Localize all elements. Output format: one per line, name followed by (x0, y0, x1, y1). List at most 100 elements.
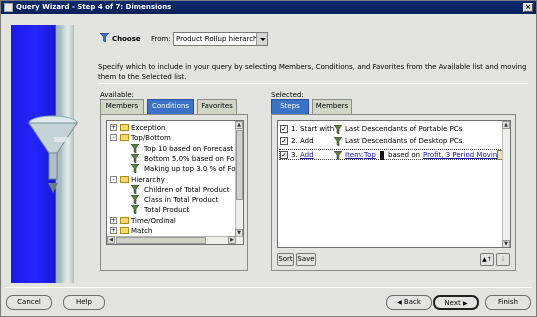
title-bar[interactable]: Query Wizard - Step 4 of 7: Dimensions × (1, 1, 536, 14)
tree-item-label: Making up top 3.0 % of Fore (144, 165, 243, 174)
scroll-up-button[interactable]: ▲ (235, 121, 243, 129)
tree-vertical-scrollbar[interactable]: ▲ ▼ (235, 121, 243, 237)
tree-horizontal-scrollbar[interactable]: ◀ ▶ (107, 236, 243, 244)
tree-item-label: Exception (131, 124, 166, 132)
step-action: Start with (300, 125, 335, 133)
tree-item[interactable]: Total Product (107, 205, 235, 215)
choose-label: Choose (112, 35, 141, 43)
condition-filter-icon (334, 137, 342, 146)
scroll-down-button[interactable]: ▼ (502, 240, 510, 247)
tree-item[interactable]: - Hierarchy (107, 175, 235, 185)
funnel-small-icon (100, 33, 109, 42)
tree-item-label: Hierarchy (131, 175, 165, 184)
next-label: Next (444, 299, 461, 307)
move-up-button[interactable]: ▲↑ (480, 253, 494, 266)
app-icon (4, 3, 13, 12)
step-number: 2. (291, 137, 298, 145)
funnel-icon (28, 115, 78, 193)
expand-icon[interactable]: + (110, 216, 117, 224)
scroll-left-button[interactable]: ◀ (107, 236, 115, 244)
condition-filter-icon (131, 164, 139, 174)
step-row-1[interactable]: ✓ 1. Start with Last Descendants of Port… (280, 124, 508, 135)
condition-filter-icon (131, 153, 139, 163)
tree-item[interactable]: + Time/Ordinal (107, 216, 235, 226)
tree-item-label: Top/Bottom (131, 134, 171, 143)
footer-divider (5, 287, 532, 288)
next-button[interactable]: Next ▶ (433, 295, 479, 310)
tree-item[interactable]: + Exception (107, 123, 235, 133)
instructions-text: Specify which to include in your query b… (98, 63, 527, 81)
step-number: 3. (291, 151, 298, 159)
scroll-right-button[interactable]: ▶ (228, 236, 236, 244)
tree-item[interactable]: Making up top 3.0 % of Fore (107, 164, 243, 174)
query-wizard-window: Query Wizard - Step 4 of 7: Dimensions ×… (0, 0, 537, 317)
finish-button[interactable]: Finish (485, 295, 531, 310)
tree-item[interactable]: - Top/Bottom (107, 133, 235, 143)
scroll-up-button[interactable]: ▲ (502, 121, 510, 129)
step-action-link[interactable]: Add (300, 150, 314, 161)
tree-item[interactable]: + Match (107, 226, 235, 236)
tab-conditions[interactable]: Conditions (147, 99, 194, 114)
back-arrow-icon: ◀ (397, 299, 402, 306)
tab-selected-members[interactable]: Members (312, 99, 352, 114)
cancel-button[interactable]: Cancel (6, 295, 52, 310)
window-title: Query Wizard - Step 4 of 7: Dimensions (16, 3, 172, 11)
text-caret (380, 151, 384, 160)
step-checkbox-3[interactable]: ✓ (280, 151, 288, 159)
steps-vertical-scrollbar[interactable]: ▲ ▼ (502, 121, 510, 247)
step-action: Add (300, 137, 314, 145)
tree-item-label: Top 10 based on Forecast U (144, 144, 241, 153)
top-link[interactable]: Top (364, 150, 376, 161)
back-label: Back (403, 298, 421, 306)
folder-icon (120, 227, 129, 234)
step-checkbox-2[interactable]: ✓ (280, 137, 288, 145)
tree-item-label: Match (131, 227, 153, 235)
from-dropdown[interactable]: Product Rollup hierarchy (173, 32, 268, 46)
tab-favorites[interactable]: Favorites (197, 99, 237, 114)
hscroll-thumb[interactable] (116, 237, 206, 244)
choose-row: Choose From: Product Rollup hierarchy (98, 29, 528, 47)
step-text: Last Descendants of Portable PCs (345, 125, 463, 133)
scroll-thumb[interactable] (236, 130, 243, 200)
step-text: Last Descendants of Desktop PCs (345, 137, 463, 145)
condition-filter-icon (334, 125, 342, 134)
tab-members[interactable]: Members (100, 99, 144, 114)
based-on-label: based on (388, 151, 421, 159)
folder-icon (120, 216, 129, 224)
available-tree[interactable]: + Exception - Top/Bottom Top 10 based on For… (106, 120, 244, 245)
condition-filter-icon (131, 195, 139, 205)
tree-item[interactable]: Bottom 5.0% based on Fore (107, 153, 241, 164)
tree-item[interactable]: Children of Total Product (107, 184, 235, 195)
available-panel: + Exception - Top/Bottom Top 10 based on For… (100, 114, 248, 271)
tree-item-label: Bottom 5.0% based on Fore (144, 154, 242, 163)
step-checkbox-1[interactable]: ✓ (280, 125, 288, 133)
step-number: 1. (291, 125, 298, 133)
step-row-2[interactable]: ✓ 2. Add Last Descendants of Desktop PCs (280, 136, 508, 147)
move-down-button[interactable]: ↓ (496, 253, 510, 266)
steps-list[interactable]: ✓ 1. Start with Last Descendants of Port… (277, 120, 511, 248)
item-link[interactable]: Item: (345, 150, 363, 161)
sort-button[interactable]: Sort (277, 253, 294, 266)
tree-item-label: Time/Ordinal (131, 216, 176, 225)
tree-item[interactable]: Top 10 based on Forecast U (107, 143, 240, 154)
from-dropdown-value: Product Rollup hierarchy (176, 35, 262, 43)
tree-item-label: Total Product (144, 206, 190, 215)
divider (98, 83, 528, 84)
back-button[interactable]: ◀ Back (386, 295, 432, 310)
condition-filter-icon (334, 151, 342, 160)
close-button[interactable]: × (523, 3, 533, 12)
folder-icon (120, 124, 129, 131)
measure-link[interactable]: Profit, 3 Period Moving (423, 150, 502, 161)
step-row-3[interactable]: ✓ 3. Add Item: Top based on Profit, 3 Pe… (279, 149, 509, 160)
folder-icon (120, 175, 129, 183)
expand-icon[interactable]: + (110, 227, 117, 234)
folder-icon (120, 134, 129, 142)
chevron-down-icon[interactable] (256, 33, 267, 45)
save-button[interactable]: Save (296, 253, 316, 266)
tree-item[interactable]: Class in Total Product (107, 195, 235, 205)
tab-steps[interactable]: Steps (271, 99, 309, 114)
expand-icon[interactable]: + (110, 124, 117, 131)
help-button[interactable]: Help (63, 295, 105, 310)
collapse-icon[interactable]: - (110, 175, 117, 183)
collapse-icon[interactable]: - (110, 134, 117, 142)
